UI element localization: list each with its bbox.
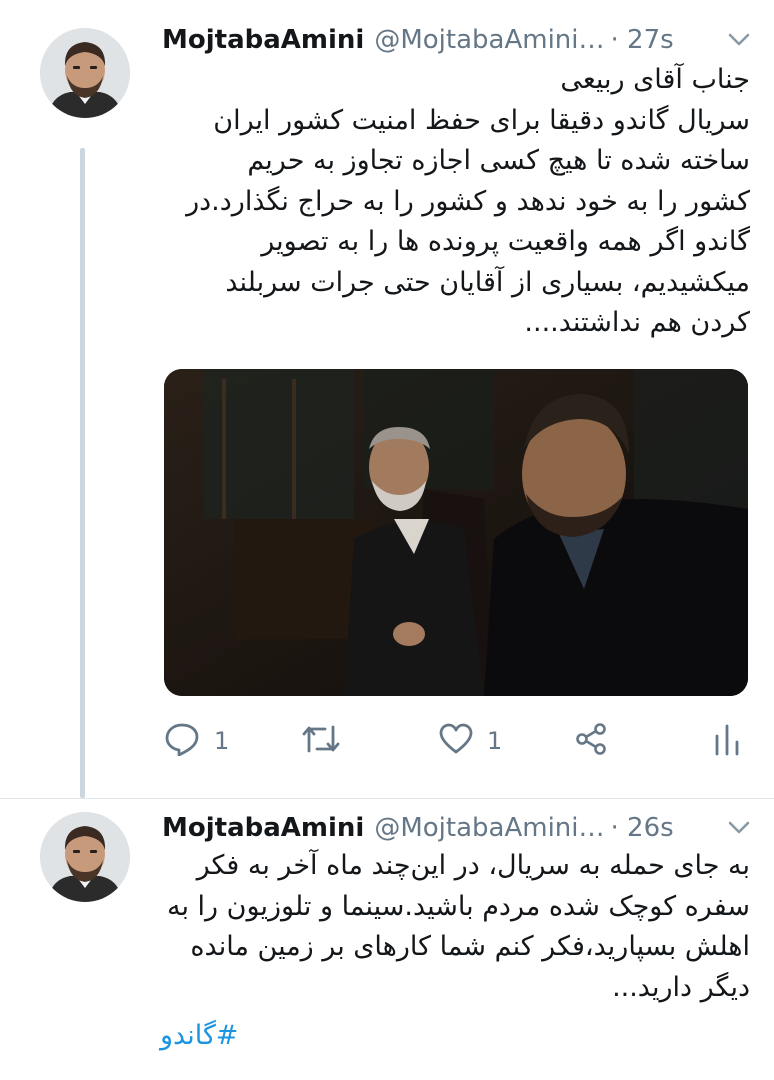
tweet-text-line: سریال گاندو دقیقا برای حفظ امنیت کشور ای… bbox=[213, 104, 750, 136]
reply-button[interactable]: 1 bbox=[164, 716, 229, 766]
tweet-header: MojtabaAmini @MojtabaAmini… · 26s bbox=[162, 808, 752, 848]
tweet[interactable]: MojtabaAmini @MojtabaAmini… · 26s به جای… bbox=[0, 800, 774, 1080]
tweet-text-line: کشور را به خود ندهد و کشور را به حراج نگ… bbox=[186, 185, 750, 217]
like-button[interactable]: 1 bbox=[439, 716, 502, 766]
avatar-photo bbox=[40, 812, 130, 902]
avatar[interactable] bbox=[40, 28, 130, 118]
share-icon bbox=[574, 722, 608, 760]
tweet-header: MojtabaAmini @MojtabaAmini… · 27s bbox=[162, 20, 752, 60]
retweet-button[interactable] bbox=[301, 716, 341, 766]
tweet-actions: 1 1 bbox=[164, 716, 748, 766]
heart-icon bbox=[439, 723, 473, 759]
tweet-text-line: جناب آقای ربیعی bbox=[560, 64, 750, 95]
tweet-text-line: سفره کوچک شده مردم باشید.سینما و تلوزیون… bbox=[166, 890, 750, 922]
tweet-divider bbox=[0, 798, 774, 799]
reply-icon bbox=[164, 722, 200, 760]
tweet-text: جناب آقای ربیعی سریال گاندو دقیقا برای ح… bbox=[160, 60, 750, 344]
tweet-text: به جای حمله به سریال، در این‌چند ماه آخر… bbox=[160, 846, 750, 1008]
analytics-icon bbox=[712, 722, 742, 760]
reply-count: 1 bbox=[214, 727, 230, 755]
timestamp[interactable]: · 26s bbox=[611, 813, 674, 843]
chevron-down-icon[interactable] bbox=[726, 27, 752, 53]
user-handle[interactable]: @MojtabaAmini… bbox=[374, 25, 604, 55]
avatar[interactable] bbox=[40, 812, 130, 902]
tweet-text-line: اهلش بسپارید،فکر کنم شما کارهای بر زمین … bbox=[190, 931, 750, 962]
like-count: 1 bbox=[487, 727, 503, 755]
tweet[interactable]: MojtabaAmini @MojtabaAmini… · 27s جناب آ… bbox=[0, 0, 774, 800]
tweet-media-image[interactable] bbox=[164, 369, 748, 696]
tweet-text-line: ساخته شده تا هیچ کسی اجازه تجاوز به حریم bbox=[247, 145, 750, 176]
tweet-text-line: گاندو اگر همه واقعیت پرونده ها را به تصو… bbox=[261, 226, 750, 257]
avatar-photo bbox=[40, 28, 130, 118]
timestamp[interactable]: · 27s bbox=[611, 25, 674, 55]
user-handle[interactable]: @MojtabaAmini… bbox=[374, 813, 604, 843]
tweet-text-line: دیگر دارید... bbox=[612, 971, 750, 1003]
chevron-down-icon[interactable] bbox=[726, 815, 752, 841]
analytics-button[interactable] bbox=[712, 716, 742, 766]
share-button[interactable] bbox=[574, 716, 608, 766]
tweet-text-line: کردن هم نداشتند.... bbox=[524, 307, 750, 338]
tweet-text-line: به جای حمله به سریال، در این‌چند ماه آخر… bbox=[196, 850, 750, 881]
display-name[interactable]: MojtabaAmini bbox=[162, 813, 364, 843]
tweet-text-line: میکشیدیم، بسیاری از آقایان حتی جرات سربل… bbox=[225, 266, 750, 298]
hashtag-link[interactable]: #گاندو bbox=[160, 1020, 238, 1051]
retweet-icon bbox=[301, 723, 341, 759]
display-name[interactable]: MojtabaAmini bbox=[162, 25, 364, 55]
